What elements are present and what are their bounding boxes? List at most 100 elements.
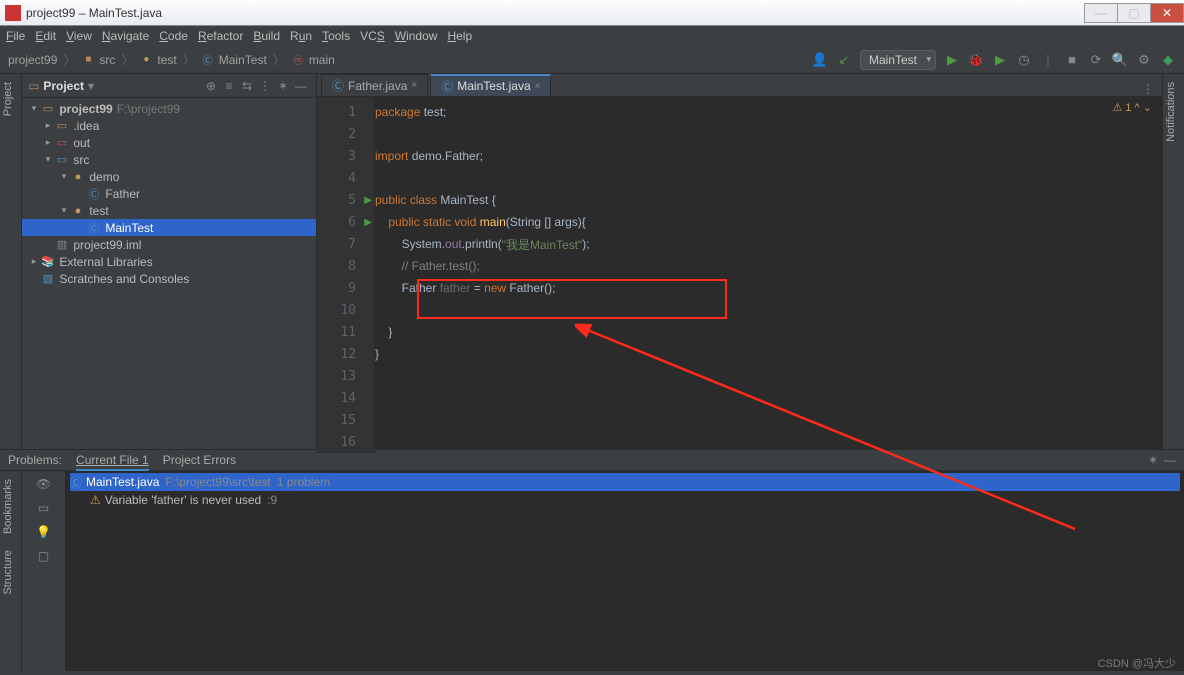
expand-icon[interactable]: ≡	[220, 79, 238, 93]
shield-icon[interactable]: ◆	[1160, 52, 1176, 68]
settings-icon[interactable]: ⚙	[1136, 52, 1152, 68]
navigation-bar: project99〉 ■src〉 ●test〉 ⒸMainTest〉 ⓜmain…	[0, 46, 1184, 74]
run-icon[interactable]: ▶	[944, 52, 960, 68]
menu-vcs[interactable]: VCS	[360, 29, 385, 43]
stripe-notifications-label[interactable]: Notifications	[1163, 74, 1179, 150]
tree-father[interactable]: Ⓒ Father	[22, 185, 316, 202]
expand-all-icon[interactable]: ▢	[38, 549, 49, 563]
close-tab-icon[interactable]: ×	[535, 81, 541, 92]
tree-maintest[interactable]: Ⓒ MainTest	[22, 219, 316, 236]
crumb-project[interactable]: project99	[8, 53, 57, 67]
left-stripe: Project	[0, 74, 22, 449]
menu-window[interactable]: Window	[395, 29, 438, 43]
close-button[interactable]: ✕	[1150, 3, 1184, 23]
package-icon: ●	[139, 53, 153, 67]
window-titlebar: project99 – MainTest.java — ▢ ✕	[0, 0, 1184, 26]
problems-panel: Bookmarks Structure 👁 ▭ 💡 ▢ Ⓒ MainTest.j…	[0, 471, 1184, 671]
run-gutter-icon[interactable]: ▶	[364, 217, 372, 228]
tab-label: MainTest.java	[457, 79, 530, 93]
problems-hide-icon[interactable]: —	[1164, 453, 1176, 467]
menu-refactor[interactable]: Refactor	[198, 29, 243, 43]
editor-area: ⒸFather.java× ⒸMainTest.java× ⋮ 1234 5▶ …	[317, 74, 1162, 449]
gear-icon[interactable]: ✶	[274, 79, 292, 93]
options-icon[interactable]: ⋮	[256, 79, 274, 93]
problems-list[interactable]: Ⓒ MainTest.java F:\project99\src\test 1 …	[66, 471, 1184, 671]
editor-body[interactable]: 1234 5▶ 6▶ 78910 11121314 1516 ⚠ 1 ^ ⌄ p…	[317, 97, 1162, 453]
code-content[interactable]: ⚠ 1 ^ ⌄ package test; import demo.Father…	[375, 97, 1162, 453]
tree-ext-lib[interactable]: ▸📚 External Libraries	[22, 253, 316, 270]
stripe-bookmarks-label[interactable]: Bookmarks	[0, 471, 16, 542]
menu-build[interactable]: Build	[253, 29, 280, 43]
stripe-project-label[interactable]: Project	[0, 74, 16, 124]
debug-icon[interactable]: 🐞	[968, 52, 984, 68]
tree-root[interactable]: ▾▭ project99F:\project99	[22, 100, 316, 117]
close-tab-icon[interactable]: ×	[411, 80, 417, 91]
editor-gutter: 1234 5▶ 6▶ 78910 11121314 1516	[317, 97, 375, 453]
crumb-test[interactable]: test	[157, 53, 176, 67]
watermark: CSDN @冯大少	[1098, 655, 1176, 671]
menu-navigate[interactable]: Navigate	[102, 29, 149, 43]
tab-maintest[interactable]: ⒸMainTest.java×	[430, 74, 551, 96]
problem-file-name: MainTest.java	[86, 475, 159, 489]
menu-bar: File Edit View Navigate Code Refactor Bu…	[0, 26, 1184, 46]
warning-icon: ⚠	[90, 493, 101, 507]
tree-iml[interactable]: ▥ project99.iml	[22, 236, 316, 253]
menu-view[interactable]: View	[66, 29, 92, 43]
tree-src[interactable]: ▾▭ src	[22, 151, 316, 168]
project-tool-window: ▭ Project ▾ ⊕ ≡ ⇆ ⋮ ✶ — ▾▭ project99F:\p…	[22, 74, 317, 449]
window-title: project99 – MainTest.java	[26, 6, 162, 20]
problems-toolbar: 👁 ▭ 💡 ▢	[22, 471, 66, 671]
problem-file-row[interactable]: Ⓒ MainTest.java F:\project99\src\test 1 …	[70, 473, 1180, 491]
collapse-icon[interactable]: ⇆	[238, 79, 256, 93]
profile-icon[interactable]: ◷	[1016, 52, 1032, 68]
add-user-icon[interactable]: 👤	[812, 52, 828, 68]
minimize-button[interactable]: —	[1084, 3, 1118, 23]
maximize-button[interactable]: ▢	[1117, 3, 1151, 23]
inspection-badge[interactable]: ⚠ 1 ^ ⌄	[1112, 101, 1152, 114]
crumb-class[interactable]: MainTest	[219, 53, 267, 67]
filter-icon[interactable]: ▭	[38, 501, 49, 515]
tree-test[interactable]: ▾● test	[22, 202, 316, 219]
menu-run[interactable]: Run	[290, 29, 312, 43]
tree-scratches[interactable]: ▧ Scratches and Consoles	[22, 270, 316, 287]
info-icon[interactable]: 💡	[36, 525, 51, 539]
tree-idea[interactable]: ▸▭ .idea	[22, 117, 316, 134]
search-icon[interactable]: 🔍	[1112, 52, 1128, 68]
warning-text: Variable 'father' is never used	[105, 493, 261, 507]
update-icon[interactable]: ⟳	[1088, 52, 1104, 68]
problems-tab-label[interactable]: Problems:	[8, 453, 62, 467]
project-title[interactable]: Project	[43, 79, 84, 93]
back-arrow-icon[interactable]: ↙	[836, 52, 852, 68]
crumb-src[interactable]: src	[99, 53, 115, 67]
left-stripe-bottom: Bookmarks Structure	[0, 471, 22, 671]
stripe-structure-label[interactable]: Structure	[0, 542, 16, 603]
project-tree[interactable]: ▾▭ project99F:\project99 ▸▭ .idea ▸▭ out…	[22, 98, 316, 449]
menu-edit[interactable]: Edit	[35, 29, 56, 43]
tree-demo[interactable]: ▾● demo	[22, 168, 316, 185]
problem-file-path: F:\project99\src\test	[165, 475, 270, 489]
stop-icon[interactable]: ■	[1064, 52, 1080, 68]
menu-tools[interactable]: Tools	[322, 29, 350, 43]
breadcrumb[interactable]: project99〉 ■src〉 ●test〉 ⒸMainTest〉 ⓜmain	[8, 51, 335, 68]
run-config-dropdown[interactable]: MainTest	[860, 50, 936, 70]
coverage-icon[interactable]: ▶	[992, 52, 1008, 68]
tab-father[interactable]: ⒸFather.java×	[321, 74, 428, 96]
crumb-method[interactable]: main	[309, 53, 335, 67]
menu-file[interactable]: File	[6, 29, 25, 43]
tab-label: Father.java	[348, 79, 407, 93]
problems-gear-icon[interactable]: ✶	[1148, 453, 1158, 467]
tabs-menu-icon[interactable]: ⋮	[1142, 82, 1154, 96]
warning-line: :9	[267, 493, 277, 507]
project-header: ▭ Project ▾ ⊕ ≡ ⇆ ⋮ ✶ —	[22, 74, 316, 98]
current-file-tab[interactable]: Current File 1	[76, 453, 149, 467]
menu-help[interactable]: Help	[447, 29, 472, 43]
project-errors-tab[interactable]: Project Errors	[163, 453, 236, 467]
hide-icon[interactable]: —	[292, 79, 310, 93]
view-icon[interactable]: 👁	[36, 477, 51, 491]
run-gutter-icon[interactable]: ▶	[364, 195, 372, 206]
problem-warning-row[interactable]: ⚠ Variable 'father' is never used :9	[70, 491, 1180, 509]
locate-icon[interactable]: ⊕	[202, 79, 220, 93]
menu-code[interactable]: Code	[159, 29, 188, 43]
highlight-box	[417, 279, 727, 319]
tree-out[interactable]: ▸▭ out	[22, 134, 316, 151]
